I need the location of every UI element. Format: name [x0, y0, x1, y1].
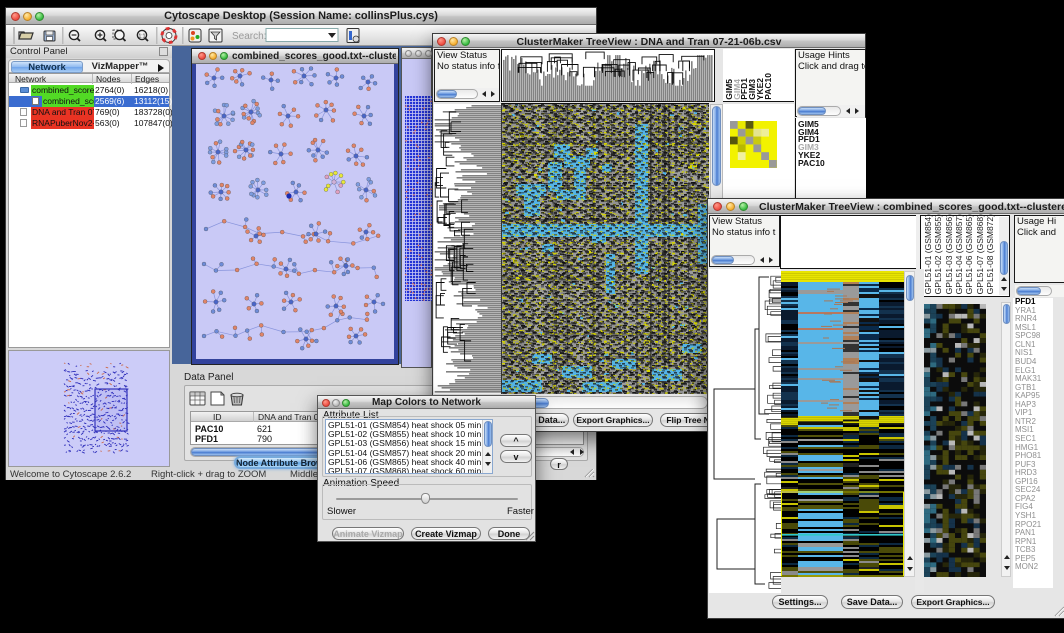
svg-text:1:1: 1:1: [139, 34, 146, 40]
svg-text:Search:: Search:: [232, 31, 266, 42]
